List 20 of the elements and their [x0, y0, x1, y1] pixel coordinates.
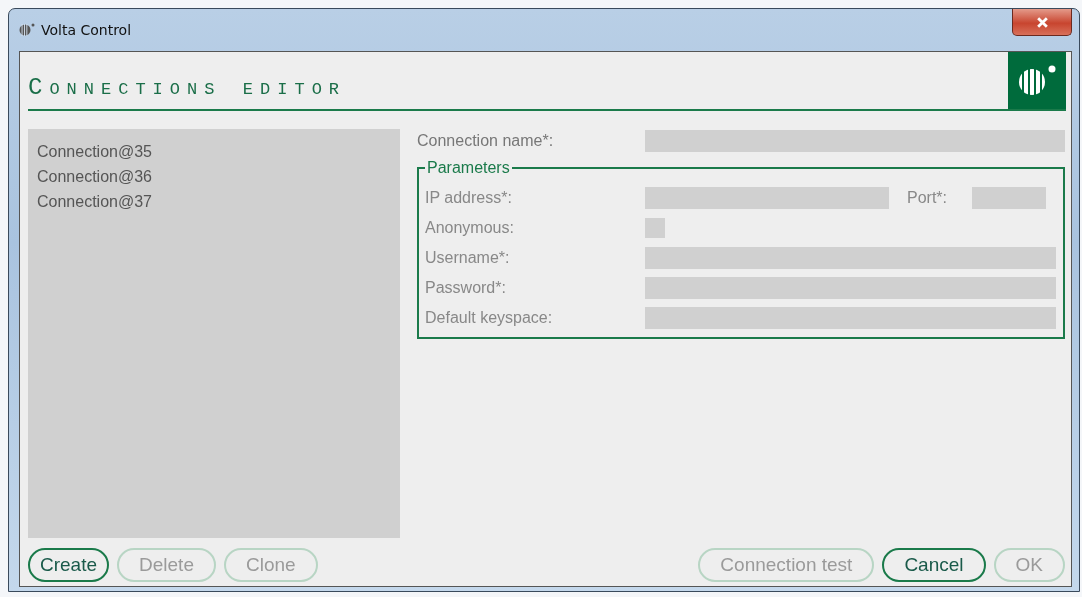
window-title: Volta Control: [41, 22, 132, 38]
connection-item[interactable]: Connection@35: [37, 139, 391, 164]
field-label: Password*:: [425, 279, 507, 297]
editor-title: Connections editor: [28, 74, 347, 101]
field-label: Port*:: [907, 189, 948, 207]
connection-item[interactable]: Connection@36: [37, 164, 391, 189]
group-title: Parameters: [426, 159, 511, 177]
close-icon: [1035, 16, 1049, 28]
field-label: Default keyspace:: [425, 309, 554, 327]
field-label: Anonymous:: [425, 219, 515, 237]
logo-icon: [1017, 63, 1057, 98]
field-label: Connection name*:: [417, 132, 555, 150]
field-label: IP address*:: [425, 189, 513, 207]
connection-item[interactable]: Connection@37: [37, 189, 391, 214]
close-button[interactable]: [1012, 9, 1072, 36]
logo-icon: [19, 23, 35, 37]
anonymous-checkbox[interactable]: [645, 218, 665, 238]
action-button[interactable]: Create: [28, 548, 110, 582]
field-label: Username*:: [425, 249, 511, 267]
action-button[interactable]: Cancel: [882, 548, 986, 582]
